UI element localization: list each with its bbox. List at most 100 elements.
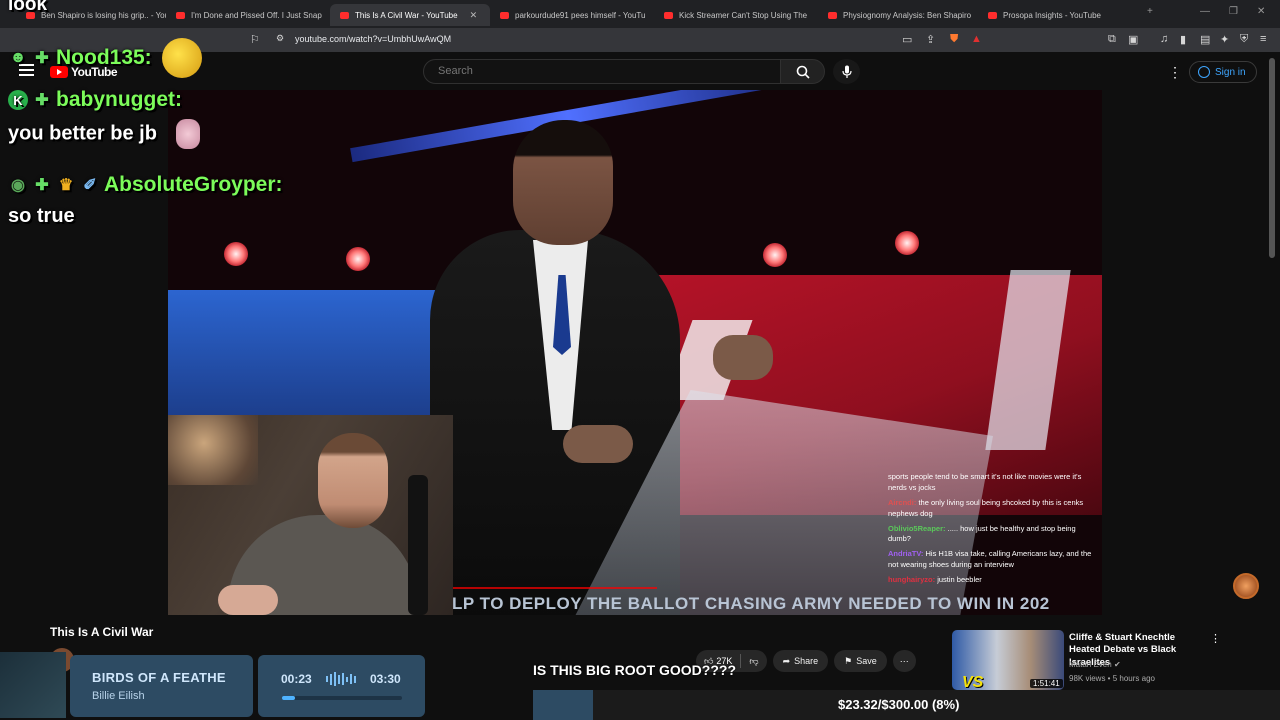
crown-badge-icon: ♛	[58, 177, 74, 194]
leo-ai-icon[interactable]: ✦	[1220, 33, 1229, 46]
verified-icon: ✔	[1113, 660, 1121, 669]
share-button[interactable]: ➦ Share	[772, 650, 829, 672]
browser-tab[interactable]: Prosopa Insights - YouTube	[978, 4, 1138, 26]
music-icon[interactable]: ♫	[1160, 33, 1168, 45]
overlay-chat-text: you better be jb	[8, 119, 201, 149]
ticker-text: LP TO DEPLOY THE BALLOT CHASING ARMY NEE…	[452, 594, 1050, 613]
youtube-favicon-icon	[500, 11, 509, 19]
close-window-icon[interactable]: ✕	[1257, 6, 1265, 17]
share-icon: ➦	[782, 655, 791, 666]
maximize-icon[interactable]: ❐	[1229, 6, 1238, 17]
more-options-icon[interactable]: ⋮	[1168, 64, 1182, 81]
overlay-caption: IS THIS BIG ROOT GOOD????	[533, 662, 736, 678]
browser-tab[interactable]: Physiognomy Analysis: Ben Shapiro	[818, 4, 978, 26]
youtube-favicon-icon	[988, 11, 997, 19]
brave-shield-icon[interactable]: ⛊	[950, 33, 958, 46]
youtube-favicon-icon	[340, 11, 349, 19]
stage-screen-blue	[168, 290, 468, 420]
webcam-microphone	[408, 475, 428, 615]
more-horizontal-icon: ⋯	[899, 655, 909, 666]
brave-rewards-icon[interactable]: ▲	[971, 33, 982, 45]
stage-light	[346, 247, 370, 271]
sign-in-button[interactable]: Sign in	[1189, 61, 1257, 83]
speaker-head	[513, 120, 613, 245]
search-icon	[796, 65, 810, 79]
gift-badge-icon: ✚	[35, 50, 49, 67]
overlay-chat-user: ☻ ✚ Nood135:	[8, 38, 202, 78]
video-title: This Is A Civil War	[50, 625, 154, 639]
stage-light	[895, 231, 919, 255]
donation-goal-fill	[533, 690, 593, 720]
gift-badge-icon: ✚	[35, 177, 49, 194]
recommended-video[interactable]: VS 1:51:41 Cliffe & Stuart Knechtle Heat…	[952, 630, 1222, 691]
menu-icon[interactable]: ≡	[1260, 33, 1266, 45]
save-button[interactable]: ⚑ Save	[834, 650, 887, 672]
overlay-chat-user: ◉ ✚ ♛ ✐ AbsoluteGroyper:	[8, 173, 283, 197]
page-scrollbar[interactable]	[1269, 58, 1275, 258]
browser-tab[interactable]: I'm Done and Pissed Off. I Just Snap	[166, 4, 326, 26]
screenshot-icon[interactable]: ▣	[1128, 33, 1138, 46]
bookmark-icon[interactable]: ⚐	[250, 33, 260, 46]
chat-message: sports people tend to be smart it's not …	[888, 472, 1082, 492]
voice-search-button[interactable]	[833, 59, 860, 84]
browser-tab-active[interactable]: This Is A Civil War - YouTube ✕	[330, 4, 490, 26]
webcam-lamp	[168, 415, 258, 485]
url-field[interactable]: youtube.com/watch?v=UmbhUwAwQM	[295, 34, 451, 44]
equalizer-icon	[326, 672, 356, 686]
album-art	[0, 652, 66, 718]
floating-avatar[interactable]	[1233, 573, 1259, 599]
minimize-icon[interactable]: —	[1200, 6, 1210, 17]
current-time: 00:23	[281, 672, 312, 686]
chat-message: Oblivio5Reaper: ..... how just be health…	[888, 523, 1076, 544]
search-input[interactable]	[424, 60, 780, 82]
streamer-webcam	[168, 415, 453, 615]
playback-time-card	[258, 655, 425, 717]
dislike-button[interactable]: 👎︎	[741, 656, 766, 667]
recommended-channel[interactable]: Matan Even ✔	[1069, 660, 1121, 669]
new-tab-icon[interactable]: +	[1147, 6, 1153, 17]
youtube-favicon-icon	[828, 11, 837, 19]
emote-icon	[176, 119, 201, 149]
share-page-icon[interactable]: ⇪	[926, 33, 935, 46]
news-ticker: LP TO DEPLOY THE BALLOT CHASING ARMY NEE…	[452, 590, 1102, 615]
webcam-streamer-hand	[218, 585, 278, 615]
vpn-icon[interactable]: ⛨	[1240, 33, 1248, 46]
stage-light	[224, 242, 248, 266]
sub-badge-icon: ☻	[9, 49, 27, 66]
browser-tab[interactable]: Kick Streamer Can't Stop Using The	[654, 4, 814, 26]
search-button[interactable]	[780, 59, 825, 84]
turtle-badge-icon: ◉	[11, 177, 25, 194]
chat-message: AndriaTV: His H1B visa take, calling Ame…	[888, 549, 1092, 570]
donation-goal-text: $23.32/$300.00 (8%)	[838, 697, 960, 712]
more-actions-button[interactable]: ⋯	[892, 650, 916, 672]
total-time: 03:30	[370, 672, 401, 686]
close-tab-icon[interactable]: ✕	[470, 10, 478, 21]
extensions-icon[interactable]: ⧉	[1108, 33, 1116, 46]
gift-badge-icon: ✚	[35, 92, 49, 109]
recommended-menu-icon[interactable]: ⋮	[1210, 632, 1221, 645]
account-icon	[1198, 66, 1210, 78]
thumbs-down-icon: 👎︎	[749, 655, 759, 666]
overlay-chat-user: K ✚ babynugget:	[8, 88, 182, 112]
browser-tab[interactable]: parkourdude91 pees himself - YouTu	[490, 4, 650, 26]
video-chat-overlay: sports people tend to be smart it's not …	[888, 472, 1100, 590]
video-progress[interactable]	[452, 587, 657, 589]
site-info-icon[interactable]: ⚙	[276, 33, 284, 44]
search-box	[423, 59, 781, 84]
song-progress-bar	[282, 696, 402, 700]
video-duration: 1:51:41	[1030, 679, 1063, 688]
overlay-chat-text: look	[8, 0, 48, 15]
youtube-favicon-icon	[176, 11, 185, 19]
recommended-meta: 98K views • 5 hours ago	[1069, 674, 1155, 683]
stage-light	[763, 243, 787, 267]
speaker-hand	[563, 425, 633, 463]
webcam-streamer-head	[318, 433, 388, 528]
bookmark-save-icon: ⚑	[844, 655, 853, 666]
kick-badge-icon: K	[8, 90, 28, 110]
wallet-icon[interactable]: ▤	[1200, 33, 1210, 46]
sidebar-icon[interactable]: ▮	[1180, 33, 1186, 46]
emote-icon	[161, 38, 202, 78]
youtube-favicon-icon	[664, 11, 673, 19]
sword-badge-icon: ✐	[83, 177, 97, 194]
cast-icon[interactable]: ▭	[902, 33, 912, 46]
